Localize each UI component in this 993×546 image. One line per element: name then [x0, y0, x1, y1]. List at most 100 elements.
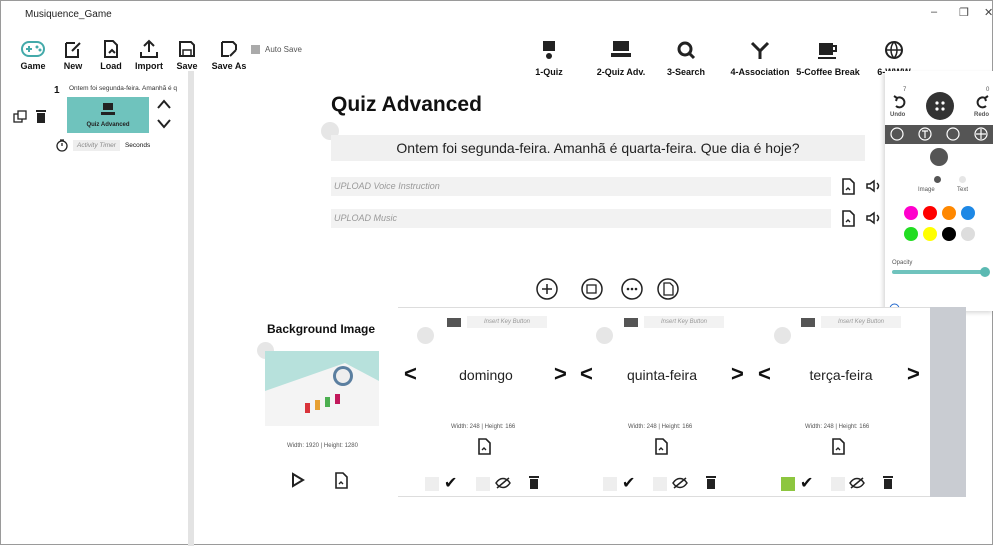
color-swatch[interactable] [904, 227, 918, 241]
speaker-icon[interactable] [865, 211, 883, 225]
play-icon[interactable] [291, 472, 305, 488]
module-quiz[interactable]: 1-Quiz [527, 39, 571, 77]
hide-toggle[interactable] [476, 477, 490, 491]
trash-icon[interactable] [35, 109, 47, 124]
save-as-button[interactable]: Save As [209, 39, 249, 71]
eye-off-icon[interactable] [495, 477, 511, 489]
timer-input[interactable]: Activity Timer [73, 140, 120, 151]
new-button[interactable]: New [53, 39, 93, 71]
sidebar-scrollbar[interactable] [188, 71, 194, 546]
add-icon[interactable] [536, 278, 558, 300]
color-swatch[interactable] [961, 206, 975, 220]
move-icon[interactable] [974, 127, 988, 141]
answers-scroll-area[interactable] [930, 307, 966, 497]
answer-audio-marker[interactable] [596, 327, 613, 344]
key-button[interactable]: Insert Key Button [447, 316, 547, 328]
hide-toggle[interactable] [653, 477, 667, 491]
color-picker-button[interactable] [930, 148, 948, 166]
trash-icon[interactable] [882, 475, 894, 490]
upload-file-icon[interactable] [477, 438, 491, 455]
key-button[interactable]: Insert Key Button [801, 316, 901, 328]
new-label: New [63, 61, 83, 71]
upload-file-icon[interactable] [654, 438, 668, 455]
more-icon[interactable] [621, 278, 643, 300]
close-button[interactable]: ✕ [984, 6, 993, 19]
module-label: 2-Quiz Adv. [596, 67, 646, 77]
slide-thumbnail[interactable]: Quiz Advanced [67, 97, 149, 133]
undo-icon[interactable] [892, 94, 908, 110]
image-radio[interactable] [934, 176, 941, 183]
auto-save-label: Auto Save [265, 45, 302, 54]
speaker-icon[interactable] [865, 179, 883, 193]
import-button[interactable]: Import [129, 39, 169, 71]
text-radio[interactable] [959, 176, 966, 183]
gallery-icon[interactable] [581, 278, 603, 300]
move-down-icon[interactable] [157, 119, 171, 129]
trash-icon[interactable] [705, 475, 717, 490]
game-button[interactable]: Game [13, 39, 53, 71]
answer-audio-marker[interactable] [774, 327, 791, 344]
color-swatch[interactable] [942, 227, 956, 241]
check-icon[interactable]: ✔ [444, 473, 457, 493]
minimize-button[interactable]: – [931, 6, 937, 18]
upload-voice-field[interactable]: UPLOAD Voice Instruction [331, 177, 831, 196]
association-icon [750, 41, 770, 59]
activity-timer: Activity Timer Seconds [56, 139, 150, 152]
color-swatch[interactable] [904, 206, 918, 220]
key-button[interactable]: Insert Key Button [624, 316, 724, 328]
module-label: 4-Association [730, 67, 790, 77]
correct-toggle[interactable] [425, 477, 439, 491]
prev-arrow-icon[interactable]: < [580, 361, 593, 387]
prev-arrow-icon[interactable]: < [404, 361, 417, 387]
next-arrow-icon[interactable]: > [907, 361, 920, 387]
module-coffee-break[interactable]: 5-Coffee Break [795, 39, 861, 77]
search-icon [677, 41, 696, 60]
module-search[interactable]: 3-Search [661, 39, 711, 77]
eye-off-icon[interactable] [849, 477, 865, 489]
color-swatch[interactable] [923, 227, 937, 241]
trash-icon[interactable] [528, 475, 540, 490]
color-swatch[interactable] [961, 227, 975, 241]
duplicate-icon[interactable] [13, 110, 27, 124]
upload-music-field[interactable]: UPLOAD Music [331, 209, 831, 228]
opacity-slider-handle[interactable] [980, 267, 990, 277]
auto-save-toggle[interactable]: Auto Save [251, 45, 302, 54]
answer-text[interactable]: terça-feira [796, 367, 886, 383]
image-mode-icon[interactable] [890, 127, 904, 141]
hide-toggle[interactable] [831, 477, 845, 491]
redo-icon[interactable] [974, 94, 990, 110]
next-arrow-icon[interactable]: > [554, 361, 567, 387]
save-label: Save [176, 61, 198, 71]
restore-button[interactable]: ❐ [959, 6, 969, 19]
upload-file-icon[interactable] [831, 438, 845, 455]
file-image-icon[interactable] [657, 278, 679, 300]
opacity-slider[interactable] [892, 270, 988, 274]
background-image[interactable] [265, 351, 379, 426]
load-button[interactable]: Load [91, 39, 131, 71]
prev-arrow-icon[interactable]: < [758, 361, 771, 387]
correct-toggle-active[interactable] [781, 477, 795, 491]
answer-text[interactable]: domingo [441, 367, 531, 383]
eye-off-icon[interactable] [672, 477, 688, 489]
auto-save-checkbox[interactable] [251, 45, 260, 54]
upload-file-icon[interactable] [841, 178, 855, 195]
question-field[interactable]: Ontem foi segunda-feira. Amanhã é quarta… [331, 135, 865, 161]
check-icon[interactable]: ✔ [622, 473, 635, 493]
text-mode-icon[interactable] [918, 127, 932, 141]
upload-file-icon[interactable] [841, 210, 855, 227]
key-button-field: Insert Key Button [467, 316, 547, 328]
next-arrow-icon[interactable]: > [731, 361, 744, 387]
save-button[interactable]: Save [167, 39, 207, 71]
rotate-icon[interactable] [946, 127, 960, 141]
module-association[interactable]: 4-Association [727, 39, 793, 77]
color-swatch[interactable] [942, 206, 956, 220]
module-quiz-adv[interactable]: 2-Quiz Adv. [591, 39, 651, 77]
check-icon[interactable]: ✔ [800, 473, 813, 493]
color-swatch[interactable] [923, 206, 937, 220]
answer-audio-marker[interactable] [417, 327, 434, 344]
upload-file-icon[interactable] [334, 472, 348, 489]
move-up-icon[interactable] [157, 99, 171, 109]
key-button-field: Insert Key Button [644, 316, 724, 328]
correct-toggle[interactable] [603, 477, 617, 491]
answer-text[interactable]: quinta-feira [617, 367, 707, 383]
